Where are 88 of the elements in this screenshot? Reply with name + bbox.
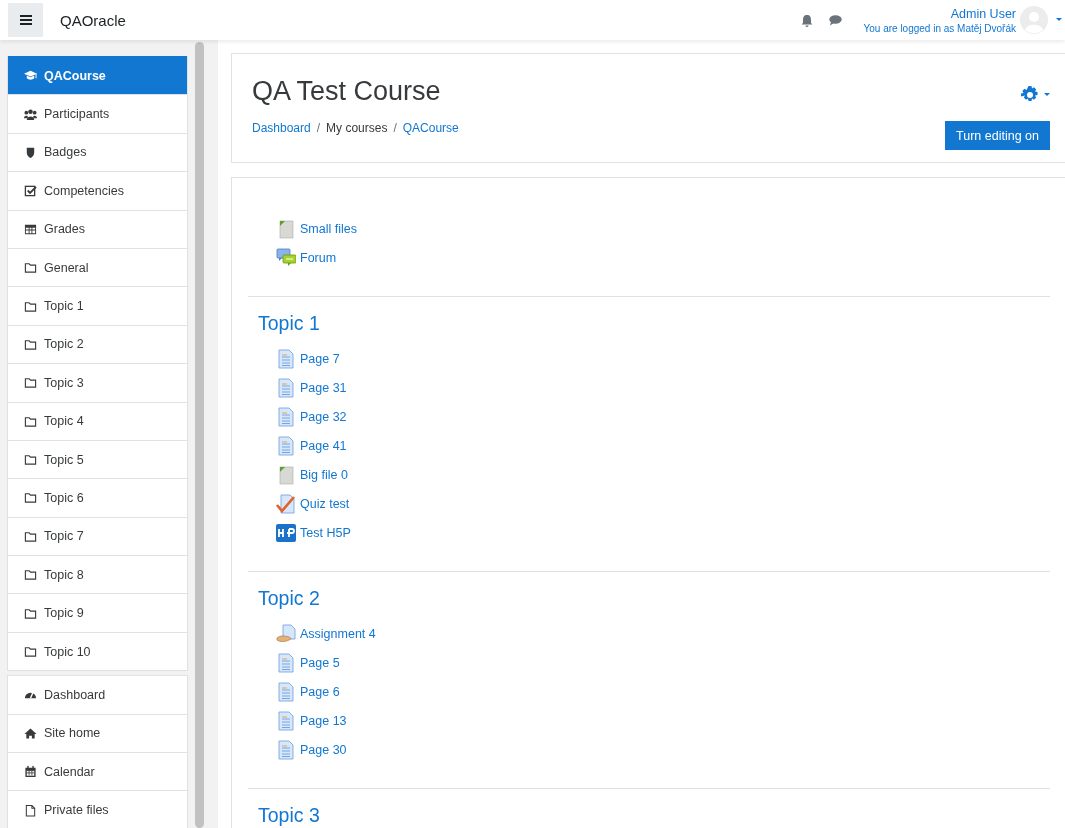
- section-title[interactable]: Topic 1: [258, 312, 1050, 334]
- activity-link[interactable]: Small files: [300, 221, 357, 236]
- activity-link[interactable]: Quiz test: [300, 496, 350, 511]
- page-icon[interactable]: [276, 710, 296, 731]
- activity-link[interactable]: Assignment 4: [300, 626, 376, 641]
- nav-item[interactable]: Competencies: [8, 171, 187, 210]
- nav-item[interactable]: Topic 7: [8, 516, 187, 556]
- page-icon[interactable]: [276, 681, 296, 702]
- site-name[interactable]: QAOracle: [60, 11, 801, 29]
- folder-icon: [24, 299, 37, 313]
- nav-item[interactable]: Private files: [8, 790, 187, 828]
- menu-icon: [19, 15, 32, 25]
- nav-item[interactable]: Grades: [8, 209, 187, 248]
- breadcrumb-separator: /: [316, 121, 321, 135]
- shield-icon: [24, 145, 37, 159]
- bell-icon[interactable]: [800, 13, 813, 27]
- folder-icon: [24, 414, 37, 428]
- users-icon: [24, 107, 37, 121]
- nav-item[interactable]: Participants: [8, 94, 187, 133]
- nav-item[interactable]: Topic 8: [8, 555, 187, 594]
- folder-icon: [24, 453, 37, 467]
- graduation-cap-icon: [24, 69, 37, 83]
- nav-item[interactable]: Topic 2: [8, 324, 187, 364]
- nav-item[interactable]: Topic 10: [8, 631, 187, 671]
- page-icon[interactable]: [276, 406, 296, 427]
- edit-mode-button[interactable]: Turn editing on: [945, 121, 1050, 150]
- page-icon[interactable]: [276, 377, 296, 398]
- calendar-icon: [24, 765, 37, 779]
- activity-link[interactable]: Page 6: [300, 684, 340, 699]
- folder-icon: [24, 376, 37, 390]
- checkmark-page-icon[interactable]: [276, 493, 296, 514]
- page-icon[interactable]: [276, 435, 296, 456]
- nav-item[interactable]: Dashboard: [8, 675, 187, 714]
- activity-link[interactable]: Page 7: [300, 351, 340, 366]
- folder-icon: [24, 261, 37, 275]
- breadcrumb-link[interactable]: QACourse: [402, 121, 459, 135]
- page-icon[interactable]: [276, 348, 296, 369]
- menu-button[interactable]: [8, 3, 43, 37]
- activity-link[interactable]: Page 41: [300, 438, 347, 453]
- activity-link[interactable]: Page 30: [300, 742, 347, 757]
- nav-item[interactable]: Calendar: [8, 752, 187, 791]
- chat-icon[interactable]: [828, 14, 842, 26]
- activity-link[interactable]: Forum: [300, 250, 337, 265]
- folder-icon: [24, 606, 37, 620]
- breadcrumb-text: My courses: [326, 121, 388, 135]
- nav-item[interactable]: Badges: [8, 132, 187, 172]
- scrollbar[interactable]: [195, 42, 204, 828]
- breadcrumb-separator: /: [393, 121, 397, 135]
- caret-icon[interactable]: [1056, 18, 1062, 22]
- assignment-icon[interactable]: [276, 623, 296, 644]
- nav-item[interactable]: General: [8, 247, 187, 287]
- file-icon: [24, 803, 37, 817]
- nav-item[interactable]: Topic 6: [8, 478, 187, 517]
- activity-link[interactable]: Page 5: [300, 655, 340, 670]
- breadcrumb-link[interactable]: Dashboard: [252, 121, 311, 135]
- page-icon[interactable]: [276, 652, 296, 673]
- table-icon: [24, 222, 37, 236]
- section-title[interactable]: Topic 2: [258, 587, 1050, 609]
- home-icon: [24, 726, 37, 740]
- chat-bubbles-icon[interactable]: [276, 247, 296, 268]
- activity-link[interactable]: Page 13: [300, 713, 347, 728]
- section-title[interactable]: Topic 3: [258, 804, 1050, 826]
- user-name[interactable]: Admin User: [950, 6, 1016, 21]
- caret-icon[interactable]: [1044, 93, 1050, 97]
- h5p-icon[interactable]: [276, 522, 296, 543]
- file-icon[interactable]: [276, 464, 296, 485]
- nav-item[interactable]: QACourse: [8, 56, 187, 95]
- login-info: You are logged in as Matěj Dvořák: [863, 22, 1016, 34]
- settings-icon[interactable]: [1021, 86, 1039, 104]
- nav-item[interactable]: Topic 3: [8, 363, 187, 402]
- folder-icon: [24, 337, 37, 351]
- folder-icon: [24, 645, 37, 659]
- checkbox-icon: [24, 184, 37, 198]
- nav-item[interactable]: Site home: [8, 713, 187, 753]
- folder-icon: [24, 491, 37, 505]
- course-title: QA Test Course: [252, 76, 442, 107]
- activity-link[interactable]: Page 32: [300, 409, 347, 424]
- activity-link[interactable]: Big file 0: [300, 467, 348, 482]
- file-icon[interactable]: [276, 218, 296, 239]
- nav-item[interactable]: Topic 9: [8, 593, 187, 632]
- activity-link[interactable]: Test H5P: [300, 525, 351, 540]
- nav-item[interactable]: Topic 5: [8, 439, 187, 479]
- activity-link[interactable]: Page 31: [300, 380, 347, 395]
- page-icon[interactable]: [276, 739, 296, 760]
- folder-icon: [24, 568, 37, 582]
- folder-icon: [24, 529, 37, 543]
- nav-item[interactable]: Topic 1: [8, 286, 187, 325]
- nav-item[interactable]: Topic 4: [8, 401, 187, 440]
